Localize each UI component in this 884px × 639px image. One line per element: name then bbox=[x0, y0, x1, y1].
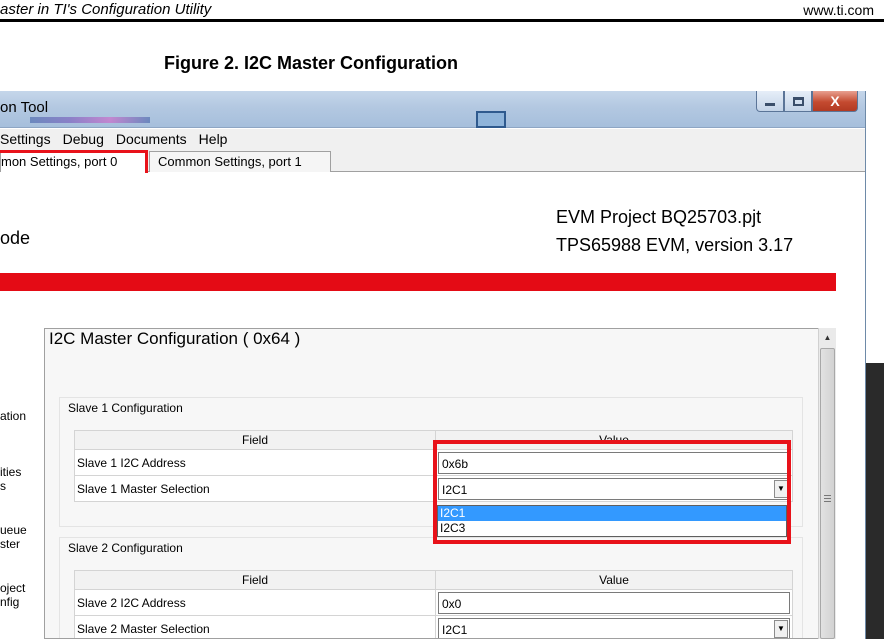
close-icon: X bbox=[830, 93, 840, 109]
nav-item-label: ster bbox=[0, 537, 21, 551]
left-nav: ation ities s ueue ster oject nfig bbox=[0, 323, 46, 639]
page-scrollbar[interactable] bbox=[866, 363, 884, 639]
field-column-header: Field bbox=[74, 430, 436, 450]
nav-item-queue-master[interactable]: ueue ster bbox=[0, 523, 27, 551]
panel-title: I2C Master Configuration ( 0x64 ) bbox=[49, 329, 301, 348]
project-file-label: EVM Project BQ25703.pjt bbox=[556, 207, 762, 227]
grip-icon bbox=[824, 495, 831, 502]
document-header: aster in TI's Configuration Utility www.… bbox=[0, 0, 884, 22]
slave-2-config-group: Slave 2 Configuration Field Value Slave … bbox=[59, 537, 803, 638]
slave-2-address-input[interactable]: 0x0 bbox=[438, 591, 790, 614]
slave-1-address-label: Slave 1 I2C Address bbox=[74, 449, 436, 476]
mode-label: ode bbox=[0, 228, 31, 248]
table-header-row: Field Value bbox=[74, 430, 793, 450]
menu-debug[interactable]: Debug bbox=[63, 131, 104, 147]
chevron-down-icon[interactable]: ▼ bbox=[774, 479, 788, 498]
menu-help[interactable]: Help bbox=[199, 131, 228, 147]
slave-2-table: Field Value Slave 2 I2C Address 0x0 Slav… bbox=[74, 570, 793, 638]
title-decoration bbox=[30, 117, 150, 123]
menu-documents[interactable]: Documents bbox=[116, 131, 187, 147]
slave-1-table: Field Value Slave 1 I2C Address 0x6b Sla… bbox=[74, 430, 793, 502]
nav-item-label: oject bbox=[0, 581, 26, 595]
minimize-button[interactable] bbox=[756, 91, 784, 112]
master-selection-dropdown-list: I2C1 I2C3 bbox=[437, 505, 787, 537]
maximize-icon bbox=[792, 96, 804, 106]
slave-2-master-select[interactable]: I2C1 ▼ bbox=[438, 617, 790, 638]
maximize-button[interactable] bbox=[784, 91, 812, 112]
figure-caption: Figure 2. I2C Master Configuration bbox=[164, 53, 459, 73]
window-title: on Tool bbox=[0, 99, 49, 116]
close-button[interactable]: X bbox=[812, 91, 858, 112]
value-column-header: Value bbox=[435, 430, 793, 450]
document-website: www.ti.com bbox=[803, 2, 874, 18]
main-content: ode EVM Project BQ25703.pjt TPS65988 EVM… bbox=[0, 173, 865, 639]
table-row: Slave 2 Master Selection I2C1 ▼ bbox=[74, 615, 793, 638]
slave-1-address-input[interactable]: 0x6b bbox=[438, 451, 790, 474]
device-version-label: TPS65988 EVM, version 3.17 bbox=[556, 235, 794, 255]
nav-item-configuration[interactable]: ation bbox=[0, 409, 26, 423]
group-label: Slave 2 Configuration bbox=[68, 541, 183, 555]
slave-2-address-label: Slave 2 I2C Address bbox=[74, 589, 436, 616]
nav-item-label: nfig bbox=[0, 595, 20, 609]
chevron-down-icon[interactable]: ▼ bbox=[774, 619, 788, 638]
nav-item-label: ueue bbox=[0, 523, 27, 537]
table-row: Slave 2 I2C Address 0x0 bbox=[74, 589, 793, 616]
field-column-header: Field bbox=[74, 570, 436, 590]
dropdown-option-i2c3[interactable]: I2C3 bbox=[438, 521, 786, 536]
nav-item-label: ities bbox=[0, 465, 22, 479]
value-column-header: Value bbox=[435, 570, 793, 590]
status-band bbox=[0, 273, 836, 291]
nav-item-capabilities[interactable]: ities s bbox=[0, 465, 21, 493]
minimize-icon bbox=[765, 102, 775, 106]
nav-item-project-config[interactable]: oject nfig bbox=[0, 581, 25, 609]
slave-1-master-selection-label: Slave 1 Master Selection bbox=[74, 475, 436, 502]
select-value: I2C1 bbox=[442, 482, 468, 497]
title-bar[interactable]: on Tool X bbox=[0, 91, 865, 128]
table-row: Slave 1 I2C Address 0x6b bbox=[74, 449, 793, 476]
table-header-row: Field Value bbox=[74, 570, 793, 590]
nav-item-label: s bbox=[0, 479, 6, 493]
dropdown-option-i2c1[interactable]: I2C1 bbox=[438, 506, 786, 521]
slave-1-master-select[interactable]: I2C1 ▼ bbox=[438, 477, 790, 500]
select-value: I2C1 bbox=[442, 622, 468, 637]
i2c-master-config-panel: I2C Master Configuration ( 0x64 ) Slave … bbox=[44, 328, 836, 639]
menu-settings[interactable]: Settings bbox=[0, 131, 51, 147]
menu-bar: Settings Debug Documents Help bbox=[0, 129, 865, 149]
scroll-thumb[interactable] bbox=[820, 348, 835, 639]
app-window: on Tool X Settings Debug Documents Help … bbox=[0, 91, 866, 639]
panel-scrollbar[interactable]: ▲ bbox=[818, 328, 836, 639]
tab-common-settings-port-0[interactable]: mon Settings, port 0 bbox=[0, 151, 147, 172]
slave-2-master-selection-label: Slave 2 Master Selection bbox=[74, 615, 436, 638]
document-section-title: aster in TI's Configuration Utility bbox=[0, 1, 212, 18]
window-controls: X bbox=[756, 91, 858, 113]
nav-item-label: ation bbox=[0, 409, 27, 423]
scroll-up-icon[interactable]: ▲ bbox=[820, 330, 835, 344]
tab-bar: mon Settings, port 0 Common Settings, po… bbox=[0, 149, 865, 172]
group-label: Slave 1 Configuration bbox=[68, 401, 183, 415]
window-icon bbox=[476, 111, 506, 128]
tab-common-settings-port-1[interactable]: Common Settings, port 1 bbox=[149, 151, 331, 172]
table-row: Slave 1 Master Selection I2C1 ▼ bbox=[74, 475, 793, 502]
